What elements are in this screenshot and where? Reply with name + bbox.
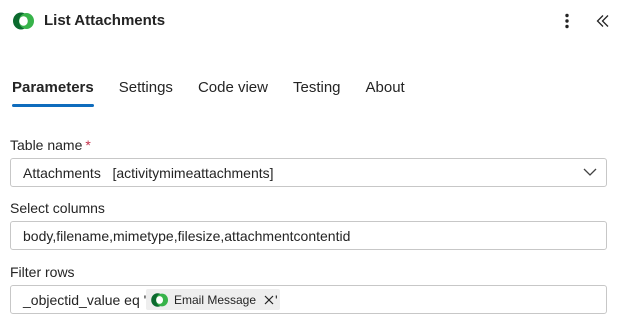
double-chevron-left-icon [596,15,609,27]
table-name-label-text: Table name [10,137,83,153]
select-columns-input[interactable]: body,filename,mimetype,filesize,attachme… [10,221,607,250]
dynamic-content-token[interactable]: Email Message [146,289,281,310]
select-columns-label: Select columns [10,200,105,216]
tab-code-view[interactable]: Code view [198,79,268,106]
table-name-label: Table name * [10,137,91,153]
token-label: Email Message [174,292,257,307]
filter-rows-label: Filter rows [10,264,75,280]
action-title: List Attachments [44,12,166,29]
filter-prefix-text: _objectid_value eq ' [23,292,147,308]
tab-parameters[interactable]: Parameters [12,79,94,107]
select-columns-value: body,filename,mimetype,filesize,attachme… [23,228,351,244]
filter-suffix-text: ' [275,292,278,308]
filter-rows-input[interactable]: _objectid_value eq ' Email Message ' [10,285,607,314]
more-options-button[interactable] [556,10,578,32]
tab-settings[interactable]: Settings [119,79,173,106]
table-name-value: Attachments [activitymimeattachments] [23,165,274,181]
tab-testing[interactable]: Testing [293,79,341,106]
table-name-dropdown[interactable]: Attachments [activitymimeattachments] [10,158,607,187]
tab-bar: Parameters Settings Code view Testing Ab… [12,79,430,107]
collapse-panel-button[interactable] [592,10,614,32]
remove-token-icon[interactable] [264,295,274,305]
tab-about[interactable]: About [366,79,405,106]
more-vertical-icon [565,13,569,29]
dataverse-logo-icon [12,11,36,31]
chevron-down-icon [583,168,597,176]
dataverse-token-icon [151,292,168,307]
required-indicator: * [85,137,91,153]
